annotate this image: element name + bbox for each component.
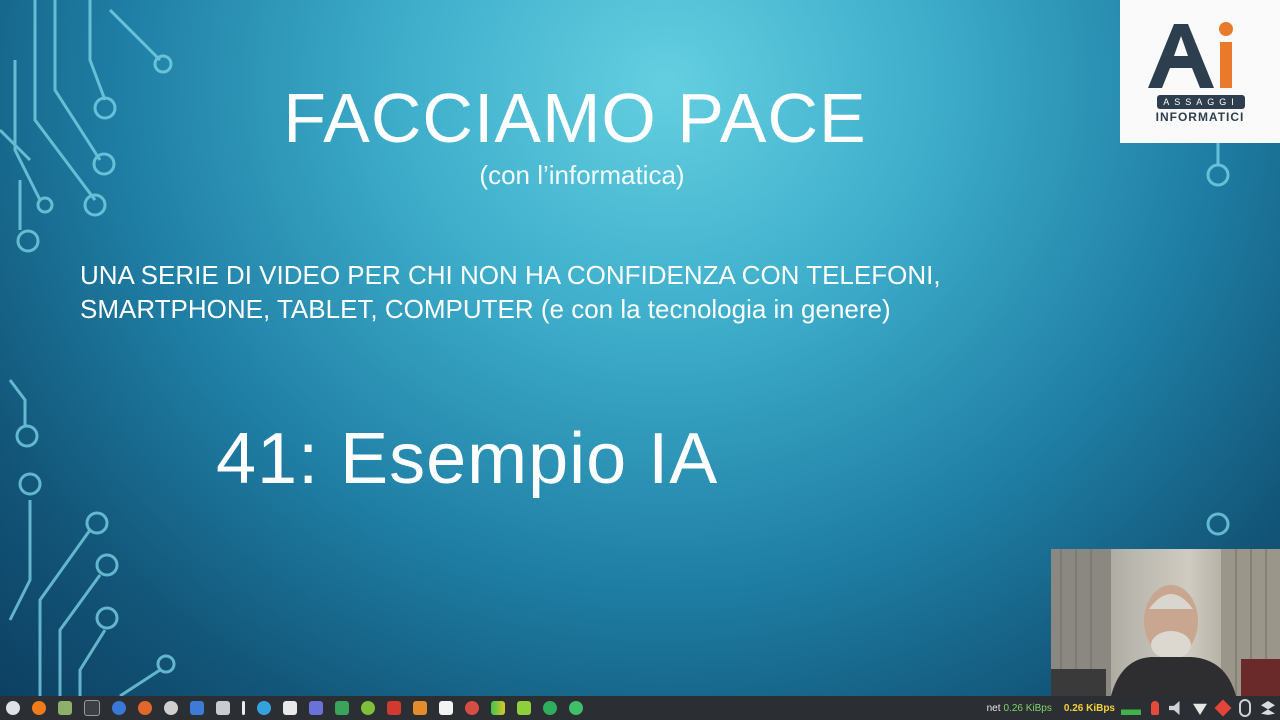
assaggi-informatici-logo: ASSAGGI INFORMATICI xyxy=(1120,0,1280,143)
ai-logo-mark-icon xyxy=(1148,22,1233,88)
terminal-icon[interactable] xyxy=(84,700,100,716)
audio-meter-icon[interactable] xyxy=(491,701,505,715)
settings-icon[interactable] xyxy=(164,701,178,715)
anydesk-icon[interactable] xyxy=(1214,699,1232,717)
chip-icon[interactable] xyxy=(517,701,531,715)
presenter-video-icon xyxy=(1051,549,1280,696)
description-line-2: SMARTPHONE, TABLET, COMPUTER (e con la t… xyxy=(80,294,891,324)
description-line-1: UNA SERIE DI VIDEO PER CHI NON HA CONFID… xyxy=(80,260,941,290)
slide-subtitle: (con l’informatica) xyxy=(479,160,685,190)
paperclip-icon[interactable] xyxy=(1239,699,1251,717)
net-download-speed: 0.26 KiBps xyxy=(1063,702,1115,714)
text-cursor-icon[interactable] xyxy=(242,701,245,715)
vscode-icon[interactable] xyxy=(387,701,401,715)
firefox-icon[interactable] xyxy=(32,701,46,715)
package-icon[interactable] xyxy=(413,701,427,715)
logo-text-informatici: INFORMATICI xyxy=(1155,110,1245,124)
menu-icon[interactable] xyxy=(6,701,20,715)
telegram-icon[interactable] xyxy=(257,701,271,715)
sync-icon[interactable] xyxy=(543,701,557,715)
headset-icon[interactable] xyxy=(569,701,583,715)
network-graph-icon xyxy=(1121,701,1141,715)
webcam-overlay xyxy=(1051,549,1280,696)
browser-icon[interactable] xyxy=(138,701,152,715)
docs-icon[interactable] xyxy=(190,701,204,715)
wifi-icon[interactable] xyxy=(1193,703,1207,715)
net-upload-speed: 0.26 KiBps xyxy=(1003,702,1052,714)
globe-icon[interactable] xyxy=(361,701,375,715)
logo-text-assaggi: ASSAGGI xyxy=(1157,95,1245,109)
slide-description: UNA SERIE DI VIDEO PER CHI NON HA CONFID… xyxy=(80,258,1080,326)
taskbar: net 0.26 KiBps 0.26 KiBps xyxy=(0,696,1280,720)
chromium-icon[interactable] xyxy=(112,701,126,715)
editor-icon[interactable] xyxy=(216,701,230,715)
document-icon[interactable] xyxy=(439,701,453,715)
episode-title: 41: Esempio IA xyxy=(216,419,719,499)
microphone-icon[interactable] xyxy=(1151,701,1159,715)
volume-icon[interactable] xyxy=(1169,701,1180,715)
discord-icon[interactable] xyxy=(309,701,323,715)
media-icon[interactable] xyxy=(283,701,297,715)
image-icon[interactable] xyxy=(465,701,479,715)
files-icon[interactable] xyxy=(58,701,72,715)
dropbox-icon[interactable] xyxy=(1261,701,1275,715)
net-label: net xyxy=(986,702,1001,714)
slide-title: FACCIAMO PACE xyxy=(283,79,867,157)
spreadsheet-icon[interactable] xyxy=(335,701,349,715)
